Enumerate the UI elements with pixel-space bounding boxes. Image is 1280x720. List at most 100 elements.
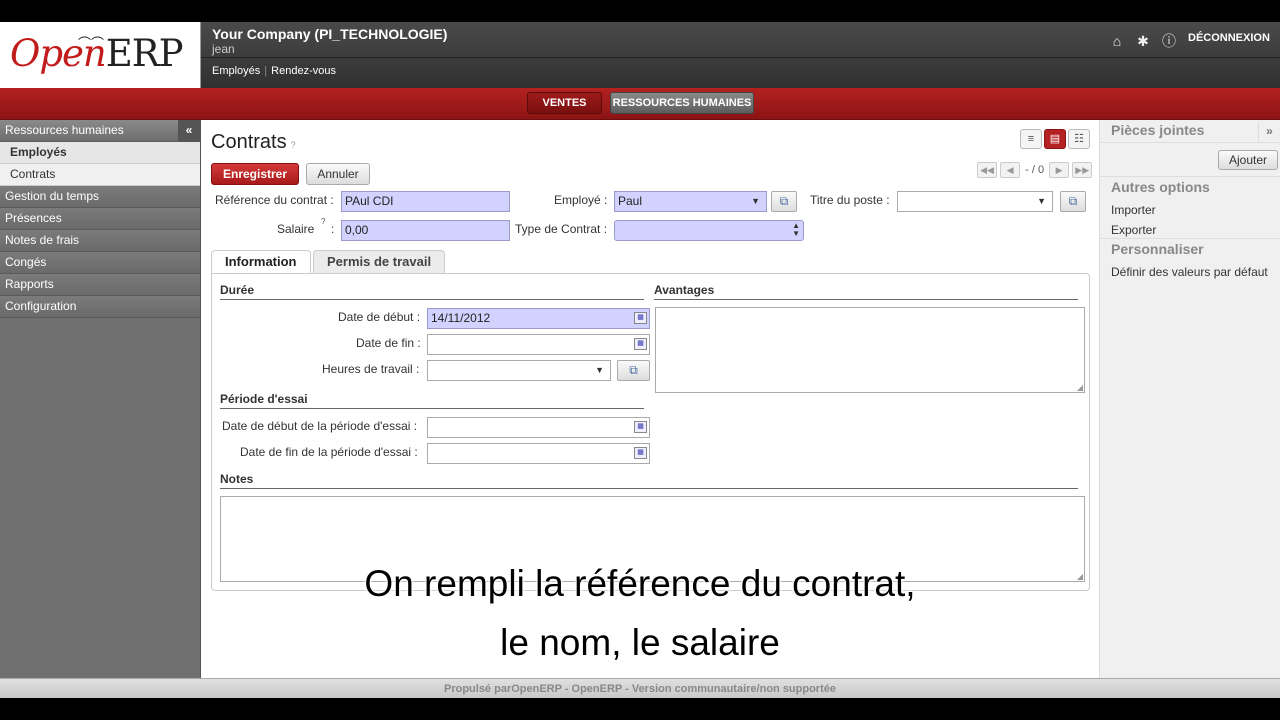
date-fin-input[interactable]: ▦ [427, 334, 650, 355]
rpanel-divider [1100, 238, 1280, 239]
ref-input[interactable]: PAul CDI [341, 191, 510, 212]
logo[interactable]: OpenERP ⌒⌒ [0, 22, 201, 88]
date-debut-label: Date de début : [338, 310, 421, 324]
heures-travail-open-button[interactable]: ⧉ [617, 360, 650, 381]
salaire-input[interactable]: 0,00 [341, 220, 510, 241]
list-view-icon[interactable]: ≡ [1020, 129, 1042, 149]
salaire-label: Salaire [277, 222, 315, 236]
heures-travail-select[interactable]: ▼ [427, 360, 611, 381]
calendar-icon[interactable]: ▦ [634, 421, 647, 433]
subtitle-line-1: On rempli la référence du contrat, [364, 563, 916, 604]
open-record-icon: ⧉ [629, 363, 638, 377]
rpanel-divider [1100, 142, 1280, 143]
sidebar-section-label: Ressources humaines [5, 123, 124, 137]
next-page-icon[interactable]: ▶ [1049, 162, 1070, 178]
letterbox-bottom [0, 698, 1280, 720]
sidebar-item-rapports[interactable]: Rapports [0, 274, 200, 296]
ant-icon: ⌒⌒ [78, 36, 105, 51]
help-icon[interactable]: ? [291, 140, 296, 150]
chevron-down-icon: ▼ [1037, 196, 1046, 206]
tab-permis-travail[interactable]: Permis de travail [313, 250, 446, 274]
section-avantages: Avantages [654, 283, 1078, 300]
definir-valeurs-link[interactable]: Définir des valeurs par défaut [1111, 265, 1268, 279]
rpanel-divider [1100, 176, 1280, 177]
salaire-colon: : [331, 222, 335, 236]
date-debut-value: 14/11/2012 [431, 311, 491, 325]
header-icons: ⌂ ✱ ⓘ [1104, 31, 1182, 51]
sidebar-item-employes[interactable]: Employés [0, 142, 200, 164]
menu-ressources-humaines[interactable]: RESSOURCES HUMAINES [610, 92, 754, 114]
info-icon[interactable]: ⓘ [1156, 31, 1182, 51]
poste-open-button[interactable]: ⧉ [1060, 191, 1086, 212]
first-page-icon[interactable]: ◀◀ [977, 162, 997, 178]
sidebar-item-gestion-temps[interactable]: Gestion du temps [0, 186, 200, 208]
submenu-employes[interactable]: Employés [212, 65, 260, 77]
section-periode-essai: Période d'essai [220, 392, 644, 409]
resize-grip-icon[interactable]: ◢ [1077, 383, 1083, 392]
submenu-separator: | [264, 65, 268, 77]
page-title: Contrats? [211, 131, 296, 154]
right-collapse-button[interactable]: » [1258, 122, 1280, 142]
employe-open-button[interactable]: ⧉ [771, 191, 797, 212]
ajouter-button[interactable]: Ajouter [1218, 150, 1278, 170]
top-header: OpenERP ⌒⌒ Your Company (PI_TECHNOLOGIE)… [0, 22, 1280, 88]
sidebar-item-conges[interactable]: Congés [0, 252, 200, 274]
sidebar-item-notes-frais[interactable]: Notes de frais [0, 230, 200, 252]
calendar-icon[interactable]: ▦ [634, 338, 647, 350]
date-debut-input[interactable]: 14/11/2012 ▦ [427, 308, 650, 329]
pager: ◀◀ ◀ - / 0 ▶ ▶▶ [977, 162, 1093, 178]
home-icon[interactable]: ⌂ [1104, 33, 1130, 49]
form-view-icon[interactable]: ▤ [1044, 129, 1066, 149]
save-button[interactable]: Enregistrer [211, 163, 299, 185]
personnaliser-heading: Personnaliser [1111, 241, 1204, 257]
pieces-jointes-heading: Pièces jointes [1111, 122, 1205, 138]
ref-label: Référence du contrat : [215, 193, 334, 207]
menu-ventes[interactable]: VENTES [527, 92, 602, 114]
header-divider [201, 57, 1280, 58]
page-title-text: Contrats [211, 131, 287, 153]
type-contrat-select[interactable]: ▲ ▼ [614, 220, 804, 241]
avantages-textarea[interactable]: ◢ [655, 307, 1085, 393]
logout-link[interactable]: DÉCONNEXION [1188, 32, 1270, 44]
prev-page-icon[interactable]: ◀ [1000, 162, 1021, 178]
updown-icon: ▲ ▼ [792, 221, 800, 238]
tab-information[interactable]: Information [211, 250, 311, 275]
view-switcher: ≡ ▤ ☷ [1018, 129, 1090, 149]
autres-options-heading: Autres options [1111, 179, 1210, 195]
cancel-button[interactable]: Annuler [306, 163, 370, 185]
essai-fin-input[interactable]: ▦ [427, 443, 650, 464]
employe-value: Paul [618, 194, 643, 208]
gear-icon[interactable]: ✱ [1130, 33, 1156, 50]
essai-debut-input[interactable]: ▦ [427, 417, 650, 438]
sidebar-item-presences[interactable]: Présences [0, 208, 200, 230]
subtitle-line-2: le nom, le salaire [500, 622, 780, 663]
sidebar-item-contrats[interactable]: Contrats [0, 164, 200, 186]
sidebar-collapse-button[interactable]: « [178, 120, 200, 142]
user-name: jean [212, 42, 235, 56]
company-name: Your Company (PI_TECHNOLOGIE) [212, 26, 448, 42]
poste-label: Titre du poste : [810, 193, 890, 207]
chevron-down-icon: ▼ [751, 196, 760, 206]
open-record-icon: ⧉ [1068, 194, 1078, 208]
sidebar-item-configuration[interactable]: Configuration [0, 296, 200, 318]
submenu: Employés | Rendez-vous [212, 65, 336, 77]
calendar-icon[interactable]: ▦ [634, 447, 647, 459]
importer-link[interactable]: Importer [1111, 203, 1156, 217]
type-contrat-label: Type de Contrat : [515, 222, 608, 236]
calendar-view-icon[interactable]: ☷ [1068, 129, 1090, 149]
employe-select[interactable]: Paul ▼ [614, 191, 767, 212]
chevron-down-icon: ▼ [595, 365, 604, 375]
salaire-help-icon[interactable]: ? [321, 217, 325, 226]
employe-label: Employé : [554, 193, 608, 207]
calendar-icon[interactable]: ▦ [634, 312, 647, 324]
heures-travail-label: Heures de travail : [322, 362, 420, 376]
section-notes: Notes [220, 472, 1078, 489]
tab-panel-information: Durée Date de début : 14/11/2012 ▦ Date d… [211, 273, 1090, 591]
submenu-rendez-vous[interactable]: Rendez-vous [271, 65, 336, 77]
essai-fin-label: Date de fin de la période d'essai : [240, 445, 418, 459]
footer: Propulsé parOpenERP - OpenERP - Version … [0, 678, 1280, 698]
exporter-link[interactable]: Exporter [1111, 223, 1156, 237]
last-page-icon[interactable]: ▶▶ [1072, 162, 1093, 178]
sidebar-section-rh[interactable]: Ressources humaines « [0, 120, 200, 142]
poste-select[interactable]: ▼ [897, 191, 1053, 212]
